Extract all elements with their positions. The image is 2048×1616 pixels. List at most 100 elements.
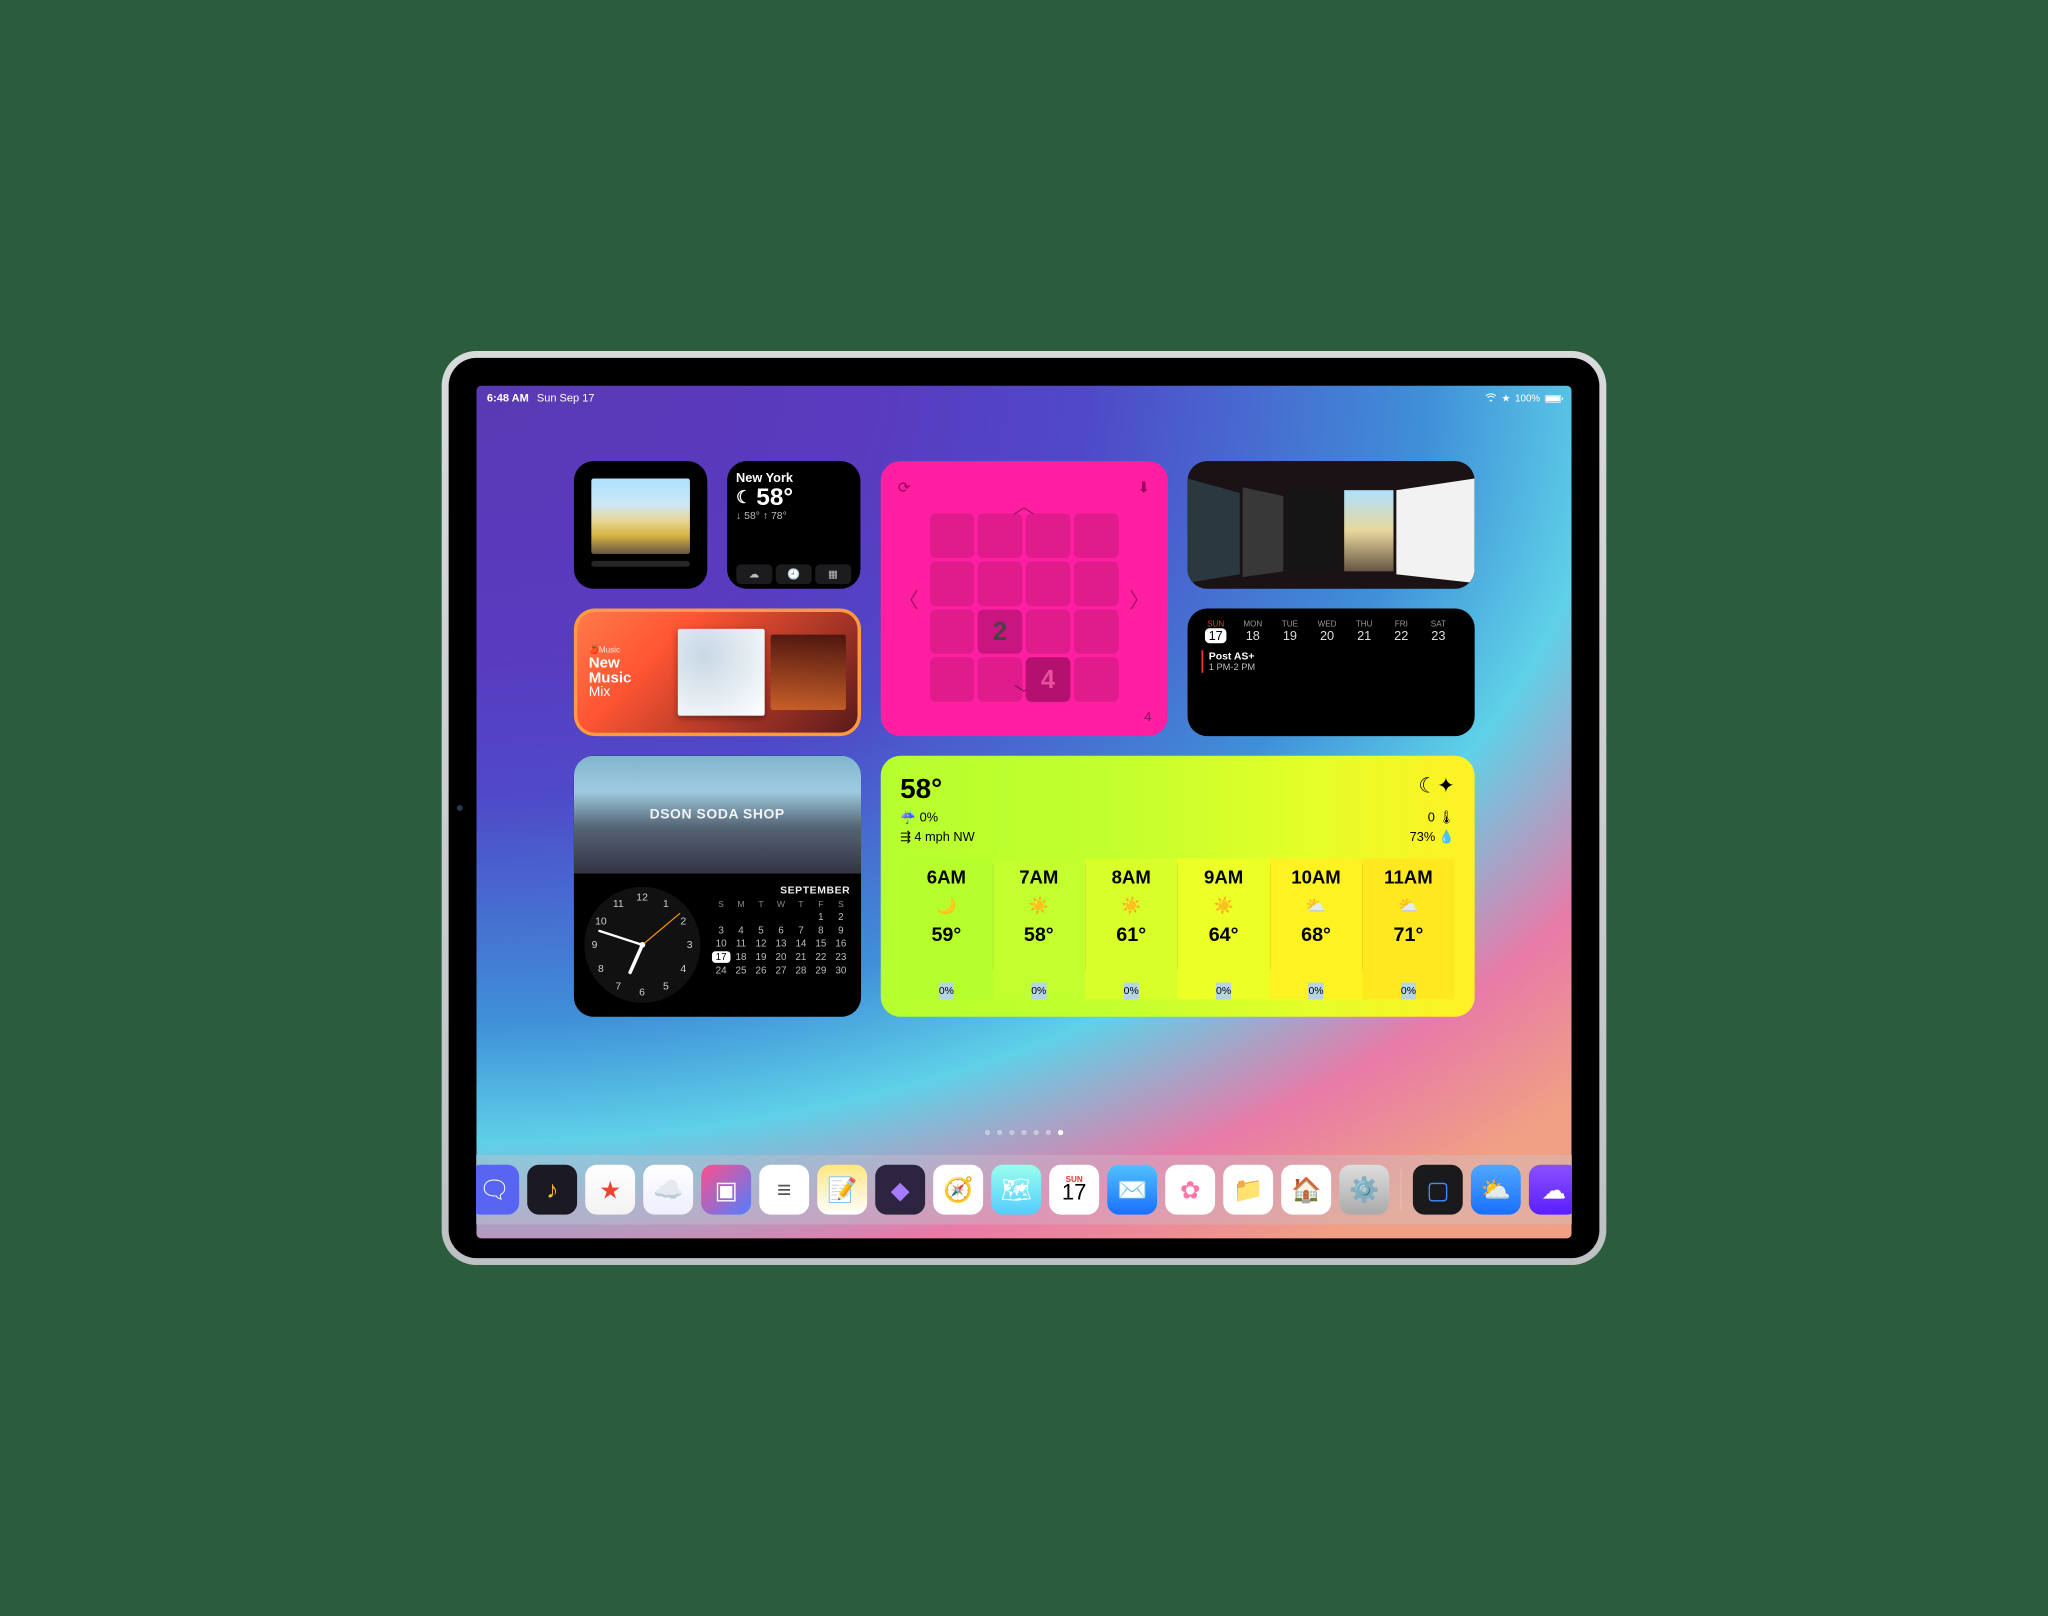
hour-forecast[interactable]: 6AM🌙59°0%: [900, 858, 992, 999]
game-2048-widget[interactable]: ⟳ ⬇ ︿ ﹀ 〈 〉 24 4: [880, 461, 1167, 736]
calendar-day[interactable]: 20: [772, 951, 791, 963]
arrow-left-icon[interactable]: 〈: [898, 584, 919, 614]
calendar-day[interactable]: 9: [831, 924, 850, 936]
dock-app-calendar[interactable]: SUN17: [1049, 1165, 1099, 1215]
dock-app-photos[interactable]: ✿: [1165, 1165, 1215, 1215]
calendar-day[interactable]: [712, 911, 731, 923]
weather-large-widget[interactable]: 58° ☾✦ ☔ 0% 0 🌡 ⇶ 4 mph NW 73% 💧 6AM🌙59°…: [880, 756, 1474, 1017]
app-coverflow-widget[interactable]: [1187, 461, 1474, 589]
week-days-row: SUN17 MON18 TUE19 WED20 THU21 FRI22 SAT23: [1201, 619, 1460, 643]
calendar-day[interactable]: 11: [732, 938, 751, 950]
home-screen[interactable]: 6:48 AM Sun Sep 17 ★ 100%: [476, 386, 1571, 1239]
weather-small-widget[interactable]: New York ☾58° ↓ 58° ↑ 78° ☁ 🕘 ▦: [727, 461, 860, 589]
calendar-day[interactable]: [792, 911, 811, 923]
calendar-week-widget[interactable]: SUN17 MON18 TUE19 WED20 THU21 FRI22 SAT23 Post…: [1187, 608, 1474, 736]
bw-temp: 58°: [900, 773, 942, 805]
calendar-day[interactable]: 16: [831, 938, 850, 950]
dock-app-app-switcher[interactable]: ▢: [1413, 1165, 1463, 1215]
dock-app-music-app[interactable]: ♪: [527, 1165, 577, 1215]
calendar-day[interactable]: 28: [792, 964, 811, 976]
hour-forecast[interactable]: 11AM⛅71°0%: [1362, 858, 1454, 999]
weather-tab-cloud[interactable]: ☁: [736, 564, 772, 584]
week-day[interactable]: WED20: [1313, 619, 1342, 643]
photos-widget[interactable]: [574, 461, 707, 589]
calendar-day[interactable]: 10: [712, 938, 731, 950]
calendar-day[interactable]: 13: [772, 938, 791, 950]
dock-app-weather[interactable]: ⛅: [1471, 1165, 1521, 1215]
calendar-day[interactable]: 7: [792, 924, 811, 936]
dock-app-maps[interactable]: 🗺: [991, 1165, 1041, 1215]
hour-forecast[interactable]: 7AM☀️58°0%: [993, 858, 1085, 999]
save-icon[interactable]: ⬇: [1138, 479, 1151, 497]
dock-app-shortcuts[interactable]: ▣: [701, 1165, 751, 1215]
music-widget[interactable]: 🍎Music New Music Mix: [574, 608, 861, 736]
week-day[interactable]: SUN17: [1201, 619, 1230, 643]
dock-app-fantastical[interactable]: ★: [585, 1165, 635, 1215]
music-title: New Music: [589, 655, 666, 685]
page-indicator[interactable]: [985, 1130, 1063, 1135]
featured-photo: DSON SODA SHOP: [574, 756, 861, 873]
dock-app-mail[interactable]: ✉️: [1107, 1165, 1157, 1215]
dock-app-home[interactable]: 🏠: [1281, 1165, 1331, 1215]
hour-forecast[interactable]: 10AM⛅68°0%: [1270, 858, 1362, 999]
dock-app-notes[interactable]: 📝: [817, 1165, 867, 1215]
calendar-day[interactable]: 29: [812, 964, 831, 976]
weather-tab-calendar[interactable]: ▦: [815, 564, 851, 584]
bw-uv: 0 🌡: [1428, 810, 1455, 825]
calendar-day[interactable]: 22: [812, 951, 831, 963]
dock-app-obsidian[interactable]: ◆: [875, 1165, 925, 1215]
calendar-day[interactable]: 26: [752, 964, 771, 976]
week-day[interactable]: FRI22: [1387, 619, 1416, 643]
week-day[interactable]: THU21: [1350, 619, 1379, 643]
calendar-day[interactable]: 25: [732, 964, 751, 976]
calendar-day[interactable]: 6: [772, 924, 791, 936]
calendar-event[interactable]: Post AS+ 1 PM-2 PM: [1201, 650, 1460, 673]
calendar-day[interactable]: 14: [792, 938, 811, 950]
dock-app-safari[interactable]: 🧭: [933, 1165, 983, 1215]
album-art: [677, 629, 764, 716]
calendar-day[interactable]: 24: [712, 964, 731, 976]
calendar-day[interactable]: 12: [752, 938, 771, 950]
arrow-right-icon[interactable]: 〉: [1129, 584, 1150, 614]
undo-icon[interactable]: ⟳: [898, 479, 911, 497]
clock-calendar-widget[interactable]: DSON SODA SHOP 121234567891011 SEPTEMBER…: [574, 756, 861, 1017]
calendar-day[interactable]: 21: [792, 951, 811, 963]
calendar-day[interactable]: 4: [732, 924, 751, 936]
weather-tab-clock[interactable]: 🕘: [775, 564, 811, 584]
album-art-next: [770, 635, 845, 710]
dock-app-settings[interactable]: ⚙️: [1339, 1165, 1389, 1215]
calendar-day[interactable]: 17: [712, 951, 731, 963]
week-day[interactable]: TUE19: [1275, 619, 1304, 643]
hour-forecast[interactable]: 8AM☀️61°0%: [1085, 858, 1177, 999]
hourly-forecast[interactable]: 6AM🌙59°0%7AM☀️58°0%8AM☀️61°0%9AM☀️64°0%1…: [900, 858, 1454, 999]
calendar-day[interactable]: 5: [752, 924, 771, 936]
week-day[interactable]: SAT23: [1424, 619, 1453, 643]
week-day[interactable]: MON18: [1238, 619, 1267, 643]
calendar-day[interactable]: [752, 911, 771, 923]
calendar-day[interactable]: 1: [812, 911, 831, 923]
status-bar: 6:48 AM Sun Sep 17 ★ 100%: [487, 390, 1561, 406]
calendar-day[interactable]: 23: [831, 951, 850, 963]
calendar-day[interactable]: 18: [732, 951, 751, 963]
calendar-day[interactable]: 2: [831, 911, 850, 923]
dock-app-files[interactable]: 📁: [1223, 1165, 1273, 1215]
calendar-day[interactable]: 15: [812, 938, 831, 950]
hour-forecast[interactable]: 9AM☀️64°0%: [1177, 858, 1269, 999]
calendar-day[interactable]: [732, 911, 751, 923]
calendar-day[interactable]: 27: [772, 964, 791, 976]
calendar-day[interactable]: 3: [712, 924, 731, 936]
calendar-day[interactable]: [772, 911, 791, 923]
dock-app-cloud-app[interactable]: ☁: [1529, 1165, 1572, 1215]
photo-scrubber[interactable]: [591, 561, 690, 567]
game-grid[interactable]: 24: [930, 513, 1119, 702]
game-score: 4: [1144, 709, 1151, 724]
calendar-day[interactable]: 30: [831, 964, 850, 976]
bw-precip: ☔ 0%: [900, 810, 938, 825]
dock-app-discord[interactable]: 🗨: [476, 1165, 519, 1215]
dock-app-icloud[interactable]: ☁️: [643, 1165, 693, 1215]
calendar-day[interactable]: 8: [812, 924, 831, 936]
calendar-day[interactable]: 19: [752, 951, 771, 963]
dock[interactable]: 💬🗨♪★☁️▣≡📝◆🧭🗺SUN17✉️✿📁🏠⚙️▢⛅☁: [476, 1155, 1571, 1225]
month-calendar[interactable]: SEPTEMBER SMTWTFS12345678910111213141516…: [712, 884, 851, 1007]
dock-app-reminders[interactable]: ≡: [759, 1165, 809, 1215]
